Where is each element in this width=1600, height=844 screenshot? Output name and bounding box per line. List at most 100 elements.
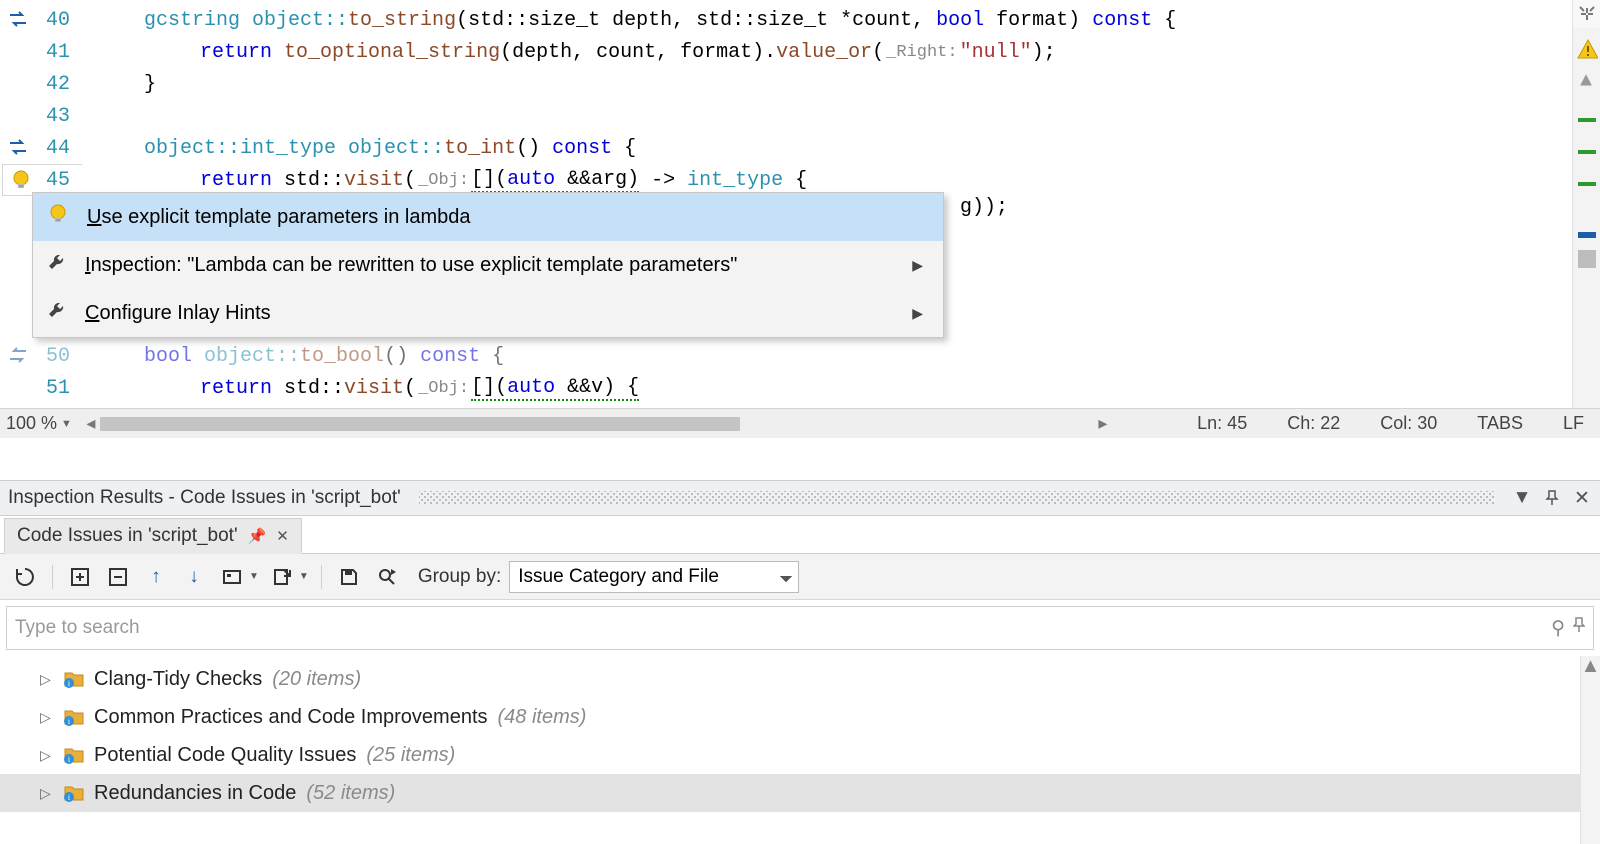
wrench-icon [47,252,67,278]
tree-label: Common Practices and Code Improvements [94,706,488,729]
export-icon [267,562,297,592]
folder-info-icon [64,746,84,764]
scrollbar-thumb[interactable] [100,417,740,431]
status-eol[interactable]: LF [1563,413,1584,434]
zoom-selector[interactable]: 100 %▼ [0,413,82,434]
swap-icon [0,9,36,31]
inlay-hint: _Obj: [416,379,471,398]
status-column: Col: 30 [1380,413,1437,434]
status-line: Ln: 45 [1197,413,1247,434]
status-char: Ch: 22 [1287,413,1340,434]
export-dropdown[interactable]: ▼ [267,562,309,592]
close-icon[interactable]: ✕ [1572,488,1592,508]
collapse-all-icon[interactable] [103,562,133,592]
refresh-icon[interactable] [10,562,40,592]
stripe-marker[interactable] [1578,118,1596,122]
tree-count: (52 items) [306,782,395,805]
chevron-down-icon: ▼ [299,571,309,582]
expander-icon[interactable]: ▷ [40,671,54,688]
chevron-down-icon: ▼ [249,571,259,582]
chevron-down-icon: ▼ [61,418,72,430]
tree-row[interactable]: ▷ Redundancies in Code (52 items) [0,774,1600,812]
tree-row[interactable]: ▷ Potential Code Quality Issues (25 item… [0,736,1600,774]
settings-dropdown[interactable]: ▼ [217,562,259,592]
settings-icon [217,562,247,592]
status-tabs[interactable]: TABS [1477,413,1523,434]
wrench-icon [47,300,67,326]
warning-marker[interactable] [1576,38,1598,67]
editor-statusbar: 100 %▼ ◂ ▸ Ln: 45 Ch: 22 Col: 30 TABS LF [0,408,1600,438]
menu-item-label: Use explicit template parameters in lamb… [87,206,923,229]
search-options-icon[interactable]: ⚲ [1551,617,1565,640]
vertical-scrollbar[interactable]: ▲ [1580,656,1600,844]
scroll-right-icon[interactable]: ▸ [1094,415,1112,433]
menu-item-label: Configure Inlay Hints [85,302,894,325]
toolwindow-title: Inspection Results - Code Issues in 'scr… [8,487,401,509]
scroll-left-icon[interactable]: ◂ [82,415,100,433]
window-menu-icon[interactable]: ▼ [1512,488,1532,508]
search-input[interactable] [15,617,1543,639]
toolwindow-tabs: Code Issues in 'script_bot' 📌 ✕ [0,516,1600,554]
tree-count: (25 items) [366,744,455,767]
swap-back-icon [0,345,36,367]
bulb-icon [47,203,69,231]
line-number: 41 [36,41,82,64]
titlebar-grip[interactable] [419,491,1494,505]
expander-icon[interactable]: ▷ [40,709,54,726]
toolwindow-toolbar: ↑ ↓ ▼ ▼ Group by: Issue Category and Fil… [0,554,1600,600]
tree-row[interactable]: ▷ Clang-Tidy Checks (20 items) [0,660,1600,698]
line-number: 45 [39,169,82,192]
groupby-select[interactable]: Issue Category and File [509,561,799,593]
tab-code-issues[interactable]: Code Issues in 'script_bot' 📌 ✕ [4,518,302,554]
expander-icon[interactable]: ▷ [40,747,54,764]
code-line[interactable]: gcstring object::to_string(std::size_t d… [82,4,1600,36]
menu-item-configure-hints[interactable]: Configure Inlay Hints ▶ [33,289,943,337]
pin-icon[interactable] [1542,488,1562,508]
tree-label: Redundancies in Code [94,782,296,805]
stripe-marker[interactable] [1578,250,1596,268]
expand-all-icon[interactable] [65,562,95,592]
tree-label: Clang-Tidy Checks [94,668,262,691]
groupby-label: Group by: [418,566,501,588]
folder-info-icon [64,670,84,688]
line-number: 50 [36,345,82,368]
analyze-icon[interactable] [1573,0,1600,28]
line-number: 40 [36,9,82,32]
code-fragment: g)); [960,196,1008,219]
line-number: 43 [36,105,82,128]
line-number: 42 [36,73,82,96]
folder-info-icon [64,784,84,802]
scroll-up-icon[interactable]: ▲ [1581,656,1600,676]
close-icon[interactable]: ✕ [276,527,289,545]
pin-icon[interactable]: 📌 [248,527,267,545]
stripe-marker[interactable] [1578,150,1596,154]
scroll-up-icon[interactable]: ▲ [1580,70,1592,93]
horizontal-scrollbar[interactable]: ◂ ▸ [82,415,1112,433]
tab-label: Code Issues in 'script_bot' [17,525,238,547]
tree-row[interactable]: ▷ Common Practices and Code Improvements… [0,698,1600,736]
bulb-icon[interactable] [3,169,39,191]
save-icon[interactable] [334,562,364,592]
quickfix-menu[interactable]: Use explicit template parameters in lamb… [32,192,944,338]
down-arrow-icon[interactable]: ↓ [179,562,209,592]
submenu-arrow-icon: ▶ [912,305,923,322]
inspection-results-window: Inspection Results - Code Issues in 'scr… [0,480,1600,844]
stripe-marker[interactable] [1578,182,1596,186]
line-number: 51 [36,377,82,400]
menu-item-inspection[interactable]: Inspection: "Lambda can be rewritten to … [33,241,943,289]
swap-icon [0,137,36,159]
error-stripe[interactable]: ▲ [1572,0,1600,438]
up-arrow-icon[interactable]: ↑ [141,562,171,592]
menu-item-explicit-template[interactable]: Use explicit template parameters in lamb… [33,193,943,241]
line-number: 44 [36,137,82,160]
submenu-arrow-icon: ▶ [912,257,923,274]
inlay-hint: _Obj: [416,171,471,190]
issues-tree[interactable]: ▷ Clang-Tidy Checks (20 items) ▷ Common … [0,656,1600,844]
toolwindow-titlebar[interactable]: Inspection Results - Code Issues in 'scr… [0,480,1600,516]
stripe-marker[interactable] [1578,232,1596,238]
expander-icon[interactable]: ▷ [40,785,54,802]
pin-icon[interactable] [1573,617,1585,639]
tree-count: (48 items) [498,706,587,729]
toolwindow-search[interactable]: ⚲ [6,606,1594,650]
filter-icon[interactable] [372,562,402,592]
